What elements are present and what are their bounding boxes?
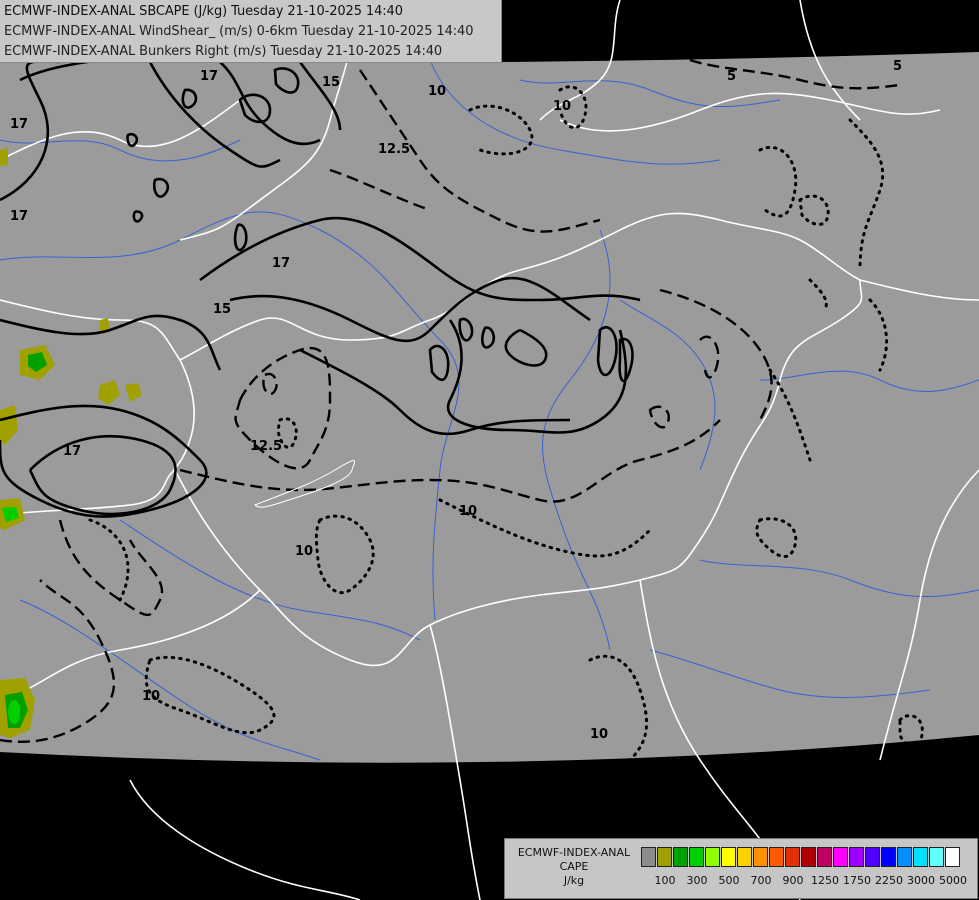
contour-label: 12.5 — [250, 439, 282, 454]
legend-tick-label: 100 — [654, 874, 676, 887]
contour-label: 17 — [200, 69, 218, 84]
contour-label: 17 — [10, 117, 28, 132]
legend-swatch — [881, 847, 896, 867]
legend-swatch — [913, 847, 928, 867]
contour-label: 5 — [893, 59, 902, 74]
legend-swatch — [641, 847, 656, 867]
contour-label: 10 — [459, 504, 477, 519]
legend-swatch — [929, 847, 944, 867]
contour-label: 10 — [553, 99, 571, 114]
legend-swatch — [801, 847, 816, 867]
cape-legend: ECMWF-INDEX-ANAL CAPE J/kg 100 300 500 700 9… — [504, 838, 978, 899]
legend-tick-label: 500 — [718, 874, 740, 887]
legend-swatch — [737, 847, 752, 867]
legend-swatch — [817, 847, 832, 867]
legend-swatch — [721, 847, 736, 867]
legend-subtitle: CAPE — [559, 860, 589, 873]
legend-swatch — [785, 847, 800, 867]
contour-label: 15 — [322, 75, 340, 90]
contour-label: 10 — [590, 727, 608, 742]
map-title-bunkers: ECMWF-INDEX-ANAL Bunkers Right (m/s) Tue… — [4, 44, 443, 59]
contour-label: 10 — [295, 544, 313, 559]
legend-swatch — [689, 847, 704, 867]
legend-tick-label: 5000 — [939, 874, 967, 887]
legend-tick-label: 2250 — [875, 874, 903, 887]
legend-swatch — [849, 847, 864, 867]
legend-tick-label: 700 — [750, 874, 772, 887]
legend-swatch — [657, 847, 672, 867]
legend-swatch — [945, 847, 960, 867]
contour-label: 17 — [63, 444, 81, 459]
legend-tick-label: 900 — [782, 874, 804, 887]
contour-label: 10 — [428, 84, 446, 99]
map-title-box: ECMWF-INDEX-ANAL SBCAPE (J/kg) Tuesday 2… — [0, 0, 502, 63]
contour-label: 15 — [213, 302, 231, 317]
legend-swatch — [769, 847, 784, 867]
legend-tick-label: 1750 — [843, 874, 871, 887]
weather-map: 17 17 17 17 17 15 15 12.5 12.5 10 10 10 … — [0, 0, 979, 900]
contour-label: 5 — [727, 69, 736, 84]
legend-title: ECMWF-INDEX-ANAL — [517, 846, 631, 859]
legend-swatch — [833, 847, 848, 867]
legend-swatch — [897, 847, 912, 867]
contour-label: 17 — [272, 256, 290, 271]
legend-color-scale — [641, 847, 961, 867]
legend-tick-labels: 100 300 500 700 900 1250 1750 2250 3000 5000 — [505, 874, 977, 890]
map-title-sbcape: ECMWF-INDEX-ANAL SBCAPE (J/kg) Tuesday 2… — [4, 4, 403, 19]
contour-label: 10 — [142, 689, 160, 704]
contour-label: 12.5 — [378, 142, 410, 157]
legend-swatch — [865, 847, 880, 867]
legend-swatch — [753, 847, 768, 867]
map-title-windshear: ECMWF-INDEX-ANAL WindShear_ (m/s) 0-6km … — [4, 24, 474, 39]
legend-swatch — [705, 847, 720, 867]
legend-swatch — [673, 847, 688, 867]
legend-tick-label: 300 — [686, 874, 708, 887]
contour-label: 17 — [10, 209, 28, 224]
legend-tick-label: 1250 — [811, 874, 839, 887]
legend-tick-label: 3000 — [907, 874, 935, 887]
